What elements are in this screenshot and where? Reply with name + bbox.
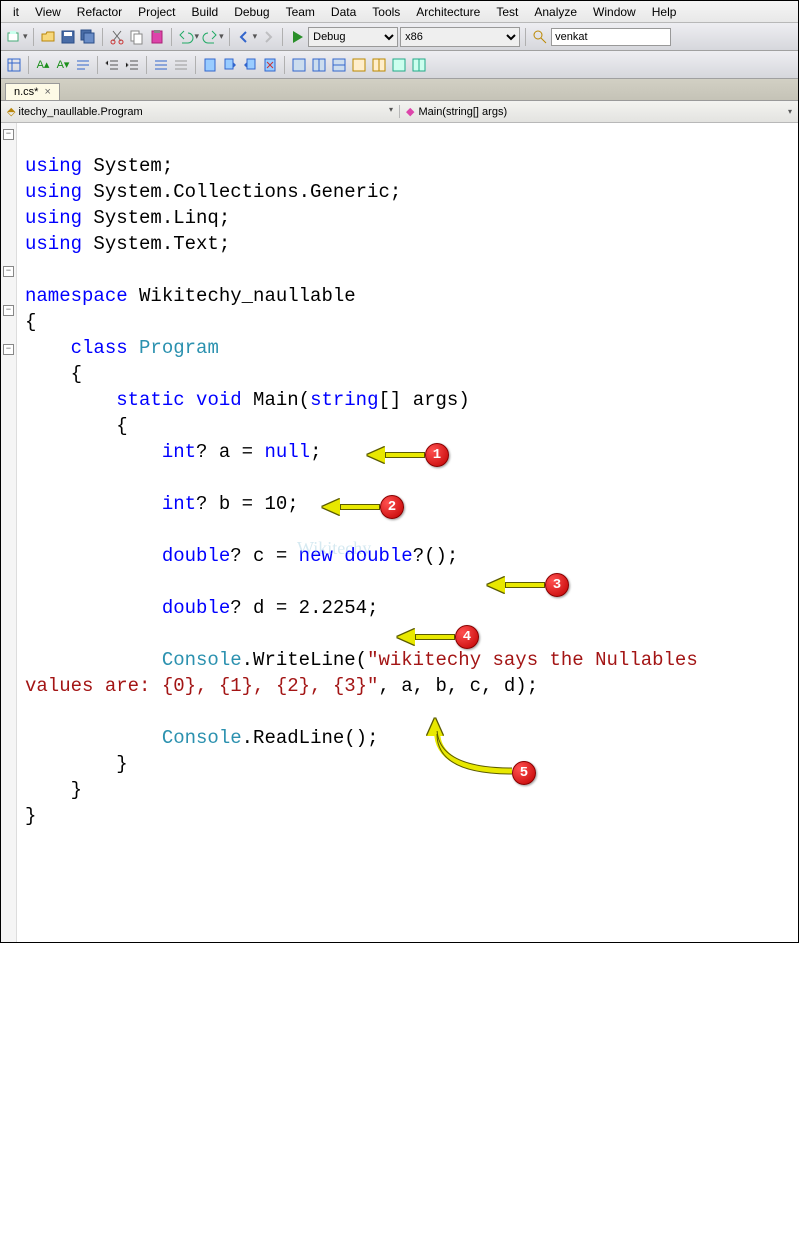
close-icon[interactable]: ×: [44, 86, 50, 98]
nav-fwd-icon[interactable]: [259, 28, 277, 46]
window-3-icon[interactable]: [330, 56, 348, 74]
open-icon[interactable]: [39, 28, 57, 46]
file-tab[interactable]: n.cs* ×: [5, 83, 60, 100]
bookmark-next-icon[interactable]: [241, 56, 259, 74]
comment-out-icon[interactable]: [152, 56, 170, 74]
cut-icon[interactable]: [108, 28, 126, 46]
menu-debug[interactable]: Debug: [226, 3, 277, 21]
type-dropdown[interactable]: ⬘ itechy_naullable.Program ▾: [1, 105, 400, 118]
bookmark-prev-icon[interactable]: [221, 56, 239, 74]
nav-back-icon[interactable]: [235, 28, 253, 46]
indent-inc-icon[interactable]: [123, 56, 141, 74]
copy-icon[interactable]: [128, 28, 146, 46]
text-editor-toolbar: A▴ A▾: [1, 51, 798, 79]
window-1-icon[interactable]: [290, 56, 308, 74]
window-6-icon[interactable]: [390, 56, 408, 74]
window-5-icon[interactable]: [370, 56, 388, 74]
code-surface[interactable]: using System; using System.Collections.G…: [17, 123, 798, 942]
fold-toggle-icon[interactable]: −: [3, 266, 14, 277]
comment-icon[interactable]: [74, 56, 92, 74]
menu-edit[interactable]: it: [5, 3, 27, 21]
save-icon[interactable]: [59, 28, 77, 46]
fold-toggle-icon[interactable]: −: [3, 344, 14, 355]
annotation-4: 4: [397, 625, 479, 649]
a-increase-icon[interactable]: A▴: [34, 56, 52, 74]
fold-toggle-icon[interactable]: −: [3, 305, 14, 316]
window-4-icon[interactable]: [350, 56, 368, 74]
code-editor[interactable]: − − − − using System; using System.Colle…: [1, 123, 798, 942]
a-decrease-icon[interactable]: A▾: [54, 56, 72, 74]
menu-architecture[interactable]: Architecture: [408, 3, 488, 21]
menu-help[interactable]: Help: [644, 3, 685, 21]
quick-find-input[interactable]: [551, 28, 671, 46]
window-7-icon[interactable]: [410, 56, 428, 74]
menu-build[interactable]: Build: [184, 3, 227, 21]
annotation-3: 3: [487, 573, 569, 597]
annotation-2: 2: [322, 495, 404, 519]
tab-label: n.cs*: [14, 86, 38, 98]
paste-icon[interactable]: [148, 28, 166, 46]
annotation-5-curve: [432, 731, 532, 791]
save-all-icon[interactable]: [79, 28, 97, 46]
menu-bar: it View Refactor Project Build Debug Tea…: [1, 1, 798, 23]
undo-icon[interactable]: [177, 28, 195, 46]
menu-analyze[interactable]: Analyze: [526, 3, 585, 21]
menu-data[interactable]: Data: [323, 3, 364, 21]
menu-tools[interactable]: Tools: [364, 3, 408, 21]
menu-test[interactable]: Test: [488, 3, 526, 21]
menu-team[interactable]: Team: [278, 3, 323, 21]
start-debug-icon[interactable]: [288, 28, 306, 46]
member-dropdown[interactable]: ◆Main(string[] args) ▾: [400, 105, 798, 118]
config-select[interactable]: Debug: [308, 27, 398, 47]
new-project-icon[interactable]: [5, 28, 23, 46]
annotation-5-num: 5: [512, 761, 536, 785]
find-icon[interactable]: [531, 28, 549, 46]
menu-refactor[interactable]: Refactor: [69, 3, 130, 21]
menu-project[interactable]: Project: [130, 3, 183, 21]
window-2-icon[interactable]: [310, 56, 328, 74]
redo-icon[interactable]: [201, 28, 219, 46]
folding-gutter: − − − −: [1, 123, 17, 942]
uncomment-icon[interactable]: [172, 56, 190, 74]
standard-toolbar: ▾ ▾ ▾ ▾ Debug x86: [1, 23, 798, 51]
fold-toggle-icon[interactable]: −: [3, 129, 14, 140]
document-tabstrip: n.cs* ×: [1, 79, 798, 101]
menu-view[interactable]: View: [27, 3, 69, 21]
code-nav-bar: ⬘ itechy_naullable.Program ▾ ◆Main(strin…: [1, 101, 798, 123]
annotation-1: 1: [367, 443, 449, 467]
platform-select[interactable]: x86: [400, 27, 520, 47]
object-browser-icon[interactable]: [5, 56, 23, 74]
indent-dec-icon[interactable]: [103, 56, 121, 74]
bookmark-icon[interactable]: [201, 56, 219, 74]
watermark: Wikitechy: [297, 535, 371, 561]
annotation-5: [427, 718, 443, 736]
menu-window[interactable]: Window: [585, 3, 644, 21]
bookmark-clear-icon[interactable]: [261, 56, 279, 74]
